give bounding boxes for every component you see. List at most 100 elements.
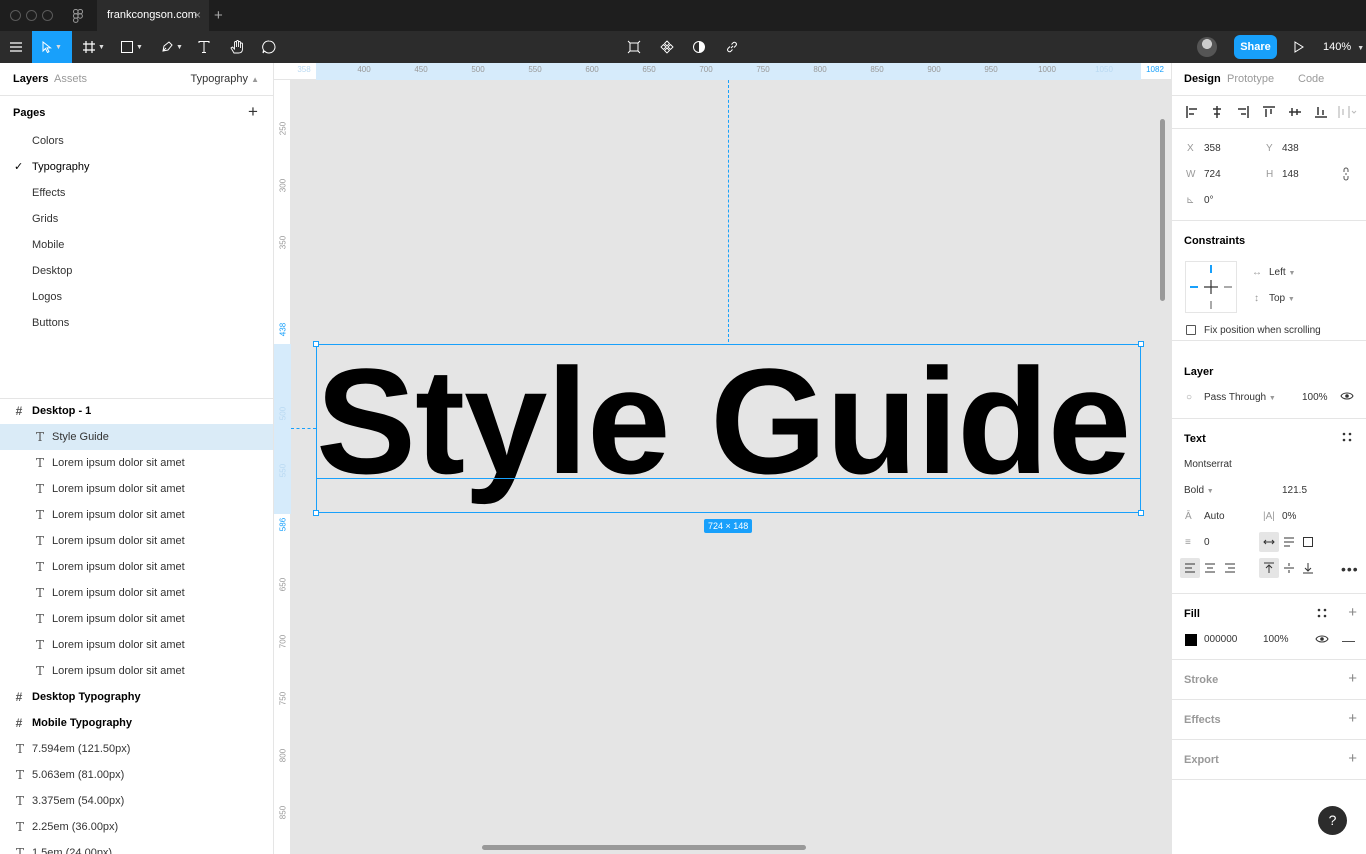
page-item-grids[interactable]: Grids	[0, 206, 273, 232]
resize-handle-top-left[interactable]	[313, 341, 319, 347]
align-text-middle-button[interactable]	[1279, 558, 1299, 578]
zoom-dropdown[interactable]: 140% ▼	[1323, 31, 1364, 65]
resize-handle-bottom-right[interactable]	[1138, 510, 1144, 516]
font-weight-select[interactable]: Bold ▼	[1184, 485, 1214, 496]
tab-design[interactable]: Design	[1184, 73, 1221, 85]
move-tool-button[interactable]: ▼	[32, 31, 72, 63]
horizontal-constraint-select[interactable]: Left ▼	[1269, 267, 1295, 278]
layer-text-item[interactable]: T Lorem ipsum dolor sit amet	[0, 606, 273, 632]
comment-tool-button[interactable]	[256, 31, 282, 63]
align-top-icon[interactable]	[1261, 104, 1277, 120]
fill-color-swatch[interactable]	[1185, 634, 1197, 646]
align-text-left-button[interactable]	[1180, 558, 1200, 578]
figma-logo-icon[interactable]	[73, 9, 83, 23]
fill-styles-icon[interactable]	[1317, 608, 1327, 621]
add-stroke-icon[interactable]: +	[1348, 670, 1357, 687]
align-text-top-button[interactable]	[1259, 558, 1279, 578]
line-height-input[interactable]: Auto	[1204, 511, 1225, 522]
user-avatar[interactable]	[1197, 37, 1217, 57]
fill-opacity-input[interactable]: 100%	[1263, 634, 1289, 645]
resize-handle-top-right[interactable]	[1138, 341, 1144, 347]
blend-mode-select[interactable]: Pass Through ▼	[1204, 392, 1276, 403]
layer-text-item[interactable]: T Lorem ipsum dolor sit amet	[0, 528, 273, 554]
page-item-desktop[interactable]: Desktop	[0, 258, 273, 284]
constraints-widget[interactable]	[1185, 261, 1237, 313]
add-fill-icon[interactable]: +	[1348, 604, 1357, 621]
y-input[interactable]: 438	[1282, 143, 1299, 154]
rotation-input[interactable]: 0°	[1204, 195, 1214, 206]
selection-box[interactable]	[313, 341, 1144, 516]
align-vertical-center-icon[interactable]	[1287, 104, 1303, 120]
layer-text-item[interactable]: T Lorem ipsum dolor sit amet	[0, 554, 273, 580]
tab-prototype[interactable]: Prototype	[1227, 73, 1274, 85]
create-component-button[interactable]	[622, 31, 646, 63]
layer-opacity-input[interactable]: 100%	[1302, 392, 1328, 403]
frame-tool-button[interactable]: ▼	[76, 31, 112, 63]
hand-tool-button[interactable]	[224, 31, 250, 63]
new-tab-icon[interactable]: +	[214, 0, 223, 31]
tab-layers[interactable]: Layers	[13, 73, 48, 85]
page-item-mobile[interactable]: Mobile	[0, 232, 273, 258]
present-button[interactable]	[1288, 31, 1310, 63]
vertical-constraint-select[interactable]: Top ▼	[1269, 293, 1295, 304]
layer-text-item[interactable]: T Lorem ipsum dolor sit amet	[0, 632, 273, 658]
link-button[interactable]	[720, 31, 744, 63]
tab-assets[interactable]: Assets	[54, 73, 87, 85]
layer-text-item[interactable]: T 7.594em (121.50px)	[0, 736, 273, 762]
layer-text-item[interactable]: T Lorem ipsum dolor sit amet	[0, 580, 273, 606]
add-effect-icon[interactable]: +	[1348, 710, 1357, 727]
mask-button[interactable]	[687, 31, 711, 63]
page-item-colors[interactable]: Colors	[0, 128, 273, 154]
vertical-scrollbar[interactable]	[1160, 119, 1165, 301]
tab-code[interactable]: Code	[1298, 73, 1324, 85]
font-family-select[interactable]: Montserrat	[1184, 459, 1232, 470]
align-horizontal-center-icon[interactable]	[1209, 104, 1225, 120]
main-menu-button[interactable]	[0, 31, 32, 63]
window-close-dot[interactable]	[10, 10, 21, 21]
layer-text-item[interactable]: T 1.5em (24.00px)	[0, 840, 273, 854]
add-page-icon[interactable]: +	[248, 102, 258, 122]
align-text-right-button[interactable]	[1220, 558, 1240, 578]
eye-icon[interactable]	[1340, 391, 1354, 404]
layer-frame-mobile-typography[interactable]: # Mobile Typography	[0, 710, 273, 736]
horizontal-scrollbar[interactable]	[482, 845, 806, 850]
layer-text-item[interactable]: T 5.063em (81.00px)	[0, 762, 273, 788]
text-tool-button[interactable]	[192, 31, 216, 63]
shape-tool-button[interactable]: ▼	[114, 31, 150, 63]
layer-text-item[interactable]: T Lorem ipsum dolor sit amet	[0, 450, 273, 476]
component-button[interactable]	[655, 31, 679, 63]
layer-style-guide[interactable]: T Style Guide	[0, 424, 273, 450]
fill-hex-input[interactable]: 000000	[1204, 634, 1237, 645]
align-bottom-icon[interactable]	[1313, 104, 1329, 120]
resize-handle-bottom-left[interactable]	[313, 510, 319, 516]
auto-width-button[interactable]	[1259, 532, 1279, 552]
font-size-input[interactable]: 121.5	[1282, 485, 1307, 496]
layer-text-item[interactable]: T Lorem ipsum dolor sit amet	[0, 476, 273, 502]
letter-spacing-input[interactable]: 0%	[1282, 511, 1296, 522]
align-text-bottom-button[interactable]	[1298, 558, 1318, 578]
layer-text-item[interactable]: T Lorem ipsum dolor sit amet	[0, 658, 273, 684]
distribute-icon[interactable]	[1337, 104, 1359, 120]
constrain-proportions-icon[interactable]	[1342, 167, 1350, 184]
remove-fill-icon[interactable]: —	[1342, 633, 1355, 648]
text-styles-icon[interactable]	[1342, 432, 1352, 445]
height-input[interactable]: 148	[1282, 169, 1299, 180]
layer-frame-desktop-typography[interactable]: # Desktop Typography	[0, 684, 273, 710]
page-item-buttons[interactable]: Buttons	[0, 310, 273, 336]
align-left-icon[interactable]	[1184, 104, 1200, 120]
align-text-center-button[interactable]	[1200, 558, 1220, 578]
fix-position-checkbox[interactable]	[1186, 325, 1196, 335]
align-right-icon[interactable]	[1235, 104, 1251, 120]
x-input[interactable]: 358	[1204, 143, 1221, 154]
window-maximize-dot[interactable]	[42, 10, 53, 21]
close-tab-icon[interactable]: ×	[194, 0, 201, 31]
more-options-icon[interactable]: •••	[1341, 561, 1359, 577]
fill-visibility-eye-icon[interactable]	[1315, 634, 1329, 647]
layer-text-item[interactable]: T 3.375em (54.00px)	[0, 788, 273, 814]
window-minimize-dot[interactable]	[26, 10, 37, 21]
page-item-effects[interactable]: Effects	[0, 180, 273, 206]
auto-height-button[interactable]	[1279, 532, 1299, 552]
width-input[interactable]: 724	[1204, 169, 1221, 180]
browser-tab[interactable]: frankcongson.com ×	[97, 0, 209, 31]
page-selector[interactable]: Typography ▲	[191, 73, 259, 85]
